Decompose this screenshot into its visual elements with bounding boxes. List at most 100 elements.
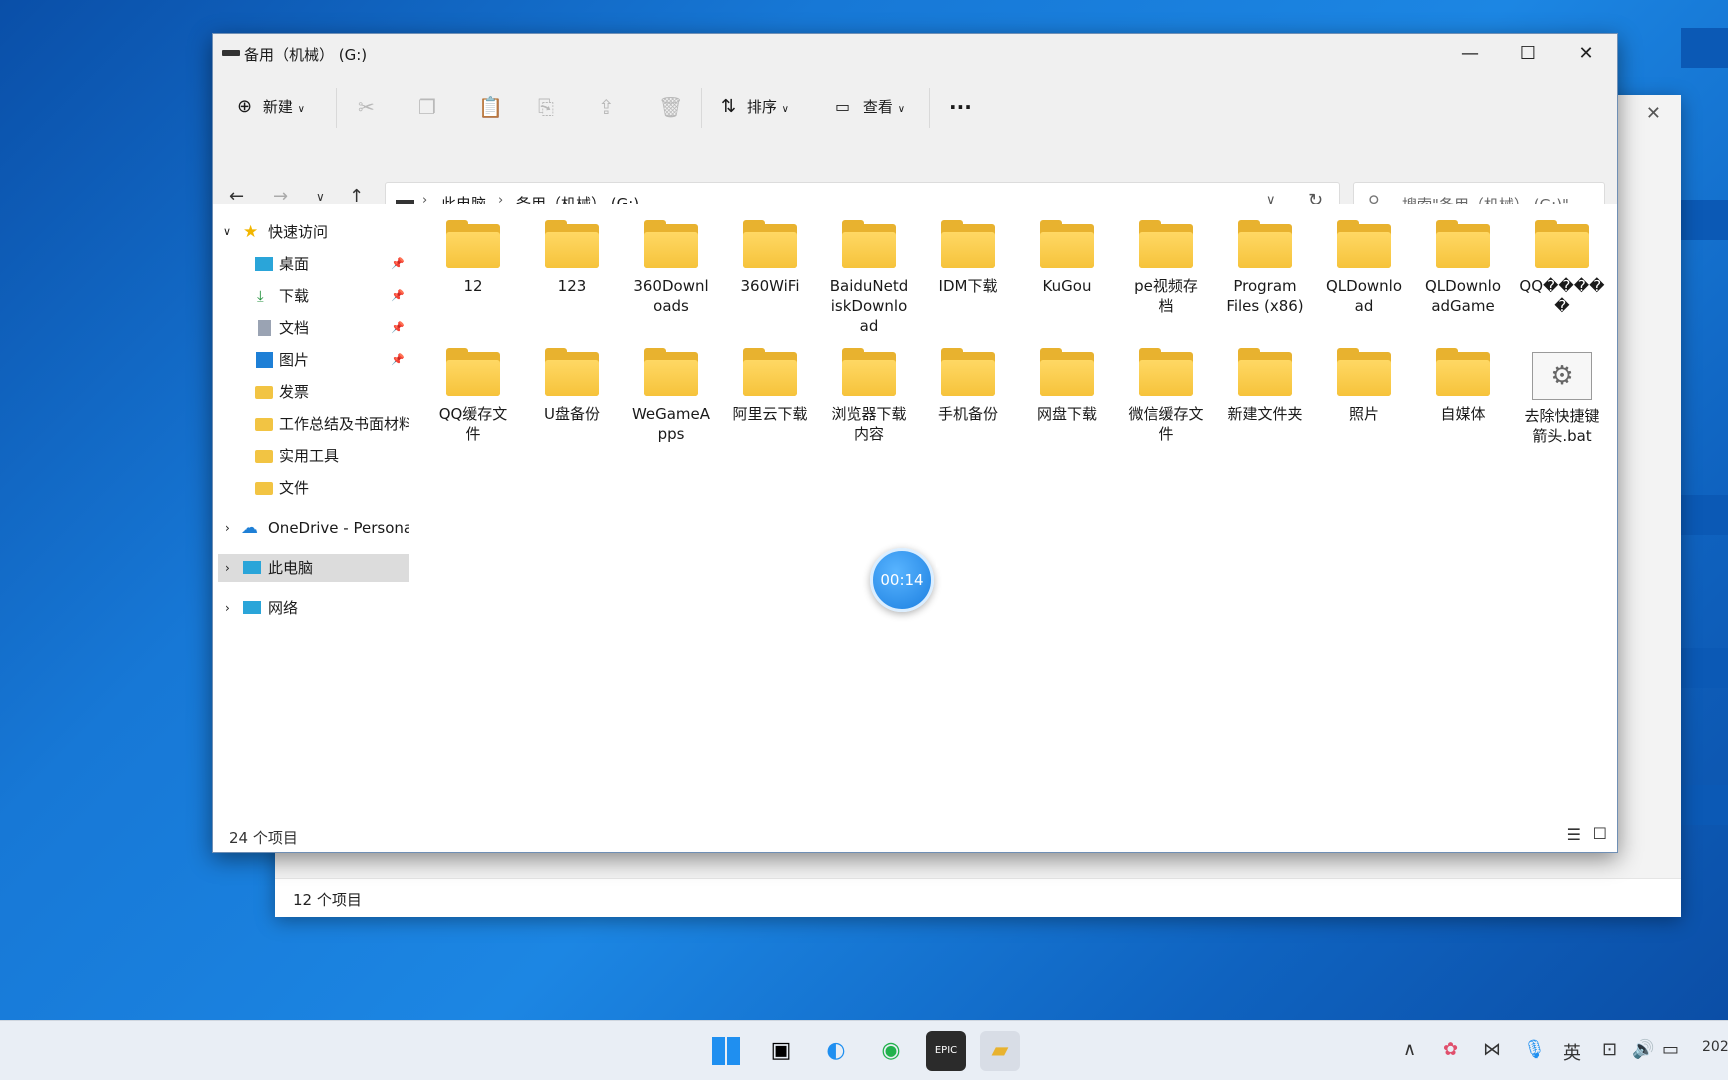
background-item-count: 12 个项目 <box>293 891 362 909</box>
start-icon[interactable] <box>706 1031 746 1071</box>
tiles-view-icon[interactable]: ☐ <box>1593 824 1607 843</box>
file-name-line: WeGameA <box>631 405 711 423</box>
sort-icon: ⇅ <box>721 96 737 117</box>
folder-item[interactable]: QQ����QQ����� <box>1514 220 1610 316</box>
copy-icon[interactable]: ❐ <box>418 92 436 122</box>
share-icon[interactable]: ⇪ <box>598 92 615 122</box>
file-item[interactable]: ⚙去除快捷键箭头.bat去除快捷键箭头.bat <box>1514 352 1610 446</box>
maximize-button[interactable]: ☐ <box>1499 34 1557 74</box>
folder-icon <box>545 220 599 268</box>
folder-item[interactable]: pe视频存档pe视频存档 <box>1118 220 1214 316</box>
view-button[interactable]: ▭ 查看 ∨ <box>835 92 905 122</box>
folder-icon <box>1040 220 1094 268</box>
sidebar-item-label: OneDrive - Personal <box>268 519 409 537</box>
network-icon[interactable]: ⊡ <box>1602 1039 1617 1060</box>
volume-icon[interactable]: 🔊 <box>1632 1039 1654 1060</box>
folder-item[interactable]: 360Downloads360Downloads <box>623 220 719 316</box>
file-name-line: pe视频存 <box>1134 277 1198 295</box>
folder-item[interactable]: WeGameAppsWeGameApps <box>623 348 719 444</box>
sidebar-item-pictures[interactable]: 图片 📌 <box>213 346 409 374</box>
delete-icon[interactable]: 🗑 <box>658 92 683 122</box>
epic-games-icon[interactable]: EPIC <box>926 1031 966 1071</box>
wechat-icon[interactable]: ◉ <box>871 1031 911 1071</box>
folder-item[interactable]: 阿里云下载阿里云下载 <box>722 348 818 424</box>
command-bar: ⊕ 新建 ∨ ✂ ❐ 📋 ⎘ ⇪ 🗑 ⇅ 排序 ∨ ▭ 查看 ∨ ··· ← →… <box>213 74 1617 230</box>
file-name-line: 新建文件夹 <box>1227 405 1303 423</box>
paste-icon[interactable]: 📋 <box>478 92 503 122</box>
folder-item[interactable]: 123123 <box>524 220 620 296</box>
folder-item[interactable]: IDM下载IDM下载 <box>920 220 1016 296</box>
more-options-button[interactable]: ··· <box>949 92 972 122</box>
folder-item[interactable]: 手机备份手机备份 <box>920 348 1016 424</box>
sidebar-quick-access[interactable]: ∨ ★ 快速访问 <box>213 218 409 246</box>
folder-icon <box>644 348 698 396</box>
sidebar-item-onedrive[interactable]: › ☁ OneDrive - Personal <box>213 514 409 542</box>
folder-item[interactable]: 微信缓存文件微信缓存文件 <box>1118 348 1214 444</box>
folder-icon <box>644 220 698 268</box>
file-view[interactable]: 1212123123360Downloads360Downloads360WiF… <box>409 204 1617 814</box>
sidebar-item-tools[interactable]: 实用工具 <box>213 442 409 470</box>
microphone-icon[interactable]: 🎙 <box>1523 1039 1546 1060</box>
file-name-line: adGame <box>1431 297 1495 315</box>
folder-item[interactable]: 自媒体自媒体 <box>1415 348 1511 424</box>
sidebar-item-work-summary[interactable]: 工作总结及书面材料 <box>213 410 409 438</box>
background-close-icon[interactable]: ✕ <box>1646 103 1661 124</box>
folder-item[interactable]: 浏览器下载内容浏览器下载内容 <box>821 348 917 444</box>
explorer-window[interactable]: 备用（机械） (G:) — ☐ ✕ ⊕ 新建 ∨ ✂ ❐ 📋 ⎘ ⇪ 🗑 ⇅ 排… <box>212 33 1618 853</box>
new-button[interactable]: ⊕ 新建 ∨ <box>237 92 305 122</box>
app-tray-icon[interactable]: ⋈ <box>1483 1039 1501 1060</box>
star-icon: ★ <box>243 222 259 242</box>
folder-item[interactable]: 网盘下载网盘下载 <box>1019 348 1115 424</box>
background-status-bar: 12 个项目 <box>275 878 1681 917</box>
recording-timer[interactable]: 00:14 <box>870 548 934 612</box>
file-name-line: QQ缓存文 <box>438 405 508 423</box>
sidebar-item-desktop[interactable]: 桌面 📌 <box>213 250 409 278</box>
app-tray-icon[interactable]: ✿ <box>1443 1039 1458 1060</box>
cut-icon[interactable]: ✂ <box>358 92 375 122</box>
folder-icon <box>743 348 797 396</box>
sidebar-item-network[interactable]: › 网络 <box>213 594 409 622</box>
folder-item[interactable]: KuGouKuGou <box>1019 220 1115 296</box>
plus-circle-icon: ⊕ <box>237 96 253 117</box>
rename-icon[interactable]: ⎘ <box>538 92 554 122</box>
recent-locations-icon[interactable]: ∨ <box>316 190 325 204</box>
sidebar-item-documents[interactable]: 文档 📌 <box>213 314 409 342</box>
close-button[interactable]: ✕ <box>1557 34 1615 74</box>
folder-item[interactable]: QLDownloadQLDownload <box>1316 220 1412 316</box>
folder-icon <box>743 220 797 268</box>
folder-item[interactable]: BaiduNetdiskDownloadBaiduNetdiskDownload <box>821 220 917 336</box>
folder-icon <box>1337 220 1391 268</box>
sidebar-item-files[interactable]: 文件 <box>213 474 409 502</box>
sort-button[interactable]: ⇅ 排序 ∨ <box>721 92 789 122</box>
title-bar[interactable]: 备用（机械） (G:) — ☐ ✕ <box>213 34 1617 74</box>
folder-icon <box>255 450 273 463</box>
folder-item[interactable]: QLDownloadGameQLDownloadGame <box>1415 220 1511 316</box>
minimize-button[interactable]: — <box>1441 34 1499 74</box>
folder-item[interactable]: U盘备份U盘备份 <box>524 348 620 424</box>
folder-icon <box>255 482 273 495</box>
sidebar-item-downloads[interactable]: ⤓ 下载 📌 <box>213 282 409 310</box>
folder-item[interactable]: 照片照片 <box>1316 348 1412 424</box>
battery-icon[interactable]: ▭ <box>1662 1039 1679 1060</box>
task-view-icon[interactable]: ▣ <box>761 1031 801 1071</box>
folder-icon <box>1436 348 1490 396</box>
clock[interactable]: 202 <box>1702 1039 1728 1055</box>
folder-item[interactable]: 1212 <box>425 220 521 296</box>
file-explorer-icon[interactable]: ▰ <box>980 1031 1020 1071</box>
input-method-indicator[interactable]: 英 <box>1563 1039 1581 1065</box>
edge-browser-icon[interactable]: ◐ <box>816 1031 856 1071</box>
sidebar-item-this-pc[interactable]: › 此电脑 <box>218 554 409 582</box>
folder-item[interactable]: Program Files (x86)ProgramFiles (x86) <box>1217 220 1313 316</box>
details-view-icon[interactable]: ☰ <box>1567 825 1581 844</box>
sidebar-item-invoices[interactable]: 发票 <box>213 378 409 406</box>
show-hidden-icons-icon[interactable]: ∧ <box>1403 1039 1416 1060</box>
file-name-line: pps <box>657 425 685 443</box>
folder-item[interactable]: 新建文件夹新建文件夹 <box>1217 348 1313 424</box>
folder-item[interactable]: 360WiFi360WiFi <box>722 220 818 296</box>
folder-item[interactable]: QQ缓存文件QQ缓存文件 <box>425 348 521 444</box>
drive-icon <box>222 50 240 56</box>
file-name-line: 浏览器下载 <box>831 405 907 423</box>
new-label: 新建 <box>262 98 293 116</box>
file-name-line: KuGou <box>1042 277 1092 295</box>
pin-icon: 📌 <box>391 289 405 302</box>
